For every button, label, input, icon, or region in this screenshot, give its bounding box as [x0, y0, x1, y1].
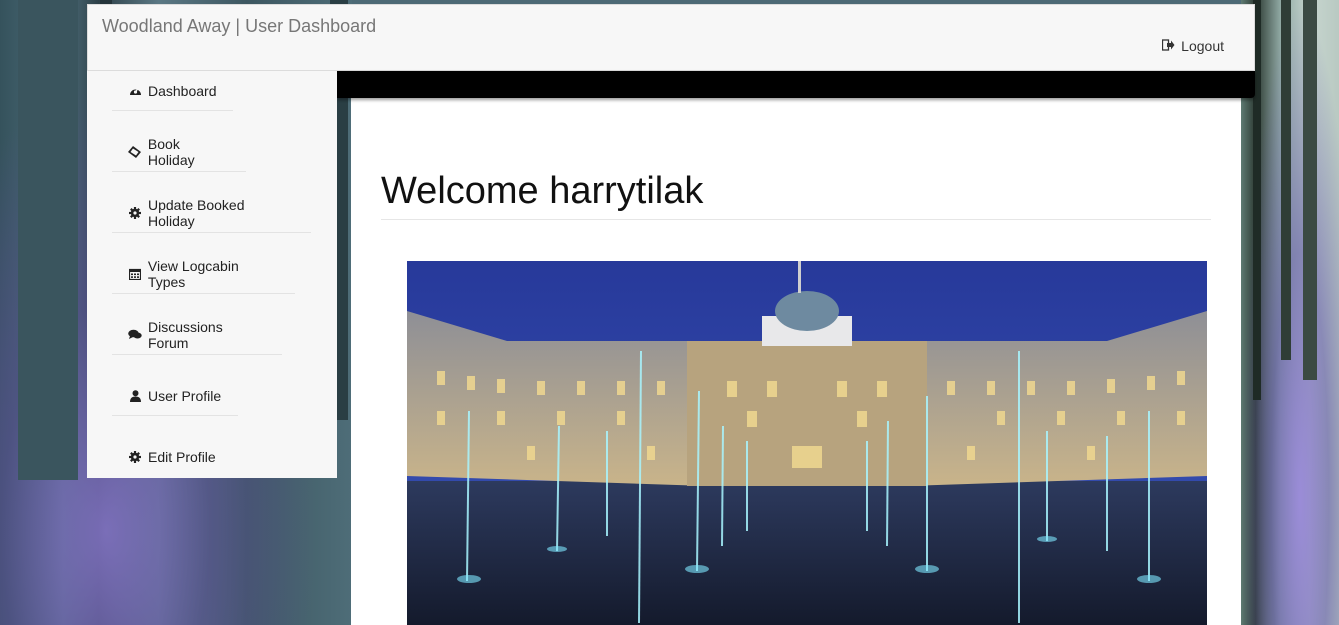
main-content: Welcome harrytilak	[351, 98, 1241, 625]
hero-image	[407, 261, 1207, 625]
logout-label: Logout	[1181, 38, 1224, 54]
title-divider	[381, 219, 1211, 220]
comments-icon	[128, 329, 142, 340]
sign-out-icon	[1162, 38, 1175, 54]
sidebar-item-label: User Profile	[148, 387, 222, 404]
sidebar-item-discussions-forum[interactable]: Discussions Forum	[112, 315, 282, 355]
ticket-icon	[128, 145, 142, 158]
sidebar-item-book-holiday[interactable]: Book Holiday	[112, 132, 246, 172]
sidebar-item-edit-profile[interactable]: Edit Profile	[112, 437, 236, 477]
gear-icon	[128, 206, 142, 219]
sidebar-item-label: Dashboard	[148, 82, 217, 99]
brand-title[interactable]: Woodland Away | User Dashboard	[102, 16, 376, 37]
sidebar-item-label: Update Booked Holiday	[147, 196, 245, 229]
header-accent-bar	[337, 71, 1255, 98]
logout-link[interactable]: Logout	[1162, 38, 1224, 54]
sidebar-item-dashboard[interactable]: Dashboard	[112, 71, 233, 111]
forest-background-right	[1241, 0, 1339, 625]
sidebar-item-label: Book Holiday	[147, 135, 195, 168]
sidebar-item-update-booked-holiday[interactable]: Update Booked Holiday	[112, 193, 311, 233]
top-navbar: Woodland Away | User Dashboard Logout	[87, 4, 1255, 71]
sidebar-item-label: Discussions Forum	[148, 318, 223, 351]
page-title: Welcome harrytilak	[381, 170, 704, 212]
sidebar-item-label: Edit Profile	[148, 449, 216, 465]
dashboard-icon	[128, 85, 142, 96]
calendar-icon	[128, 268, 142, 280]
user-icon	[128, 389, 142, 402]
sidebar-item-label: View Logcabin Types	[147, 257, 239, 290]
sidebar: Dashboard Book Holiday Update Booked Hol…	[87, 71, 337, 478]
sidebar-item-view-logcabin-types[interactable]: View Logcabin Types	[112, 254, 295, 294]
sidebar-item-user-profile[interactable]: User Profile	[112, 376, 238, 416]
gear-icon	[128, 451, 142, 463]
